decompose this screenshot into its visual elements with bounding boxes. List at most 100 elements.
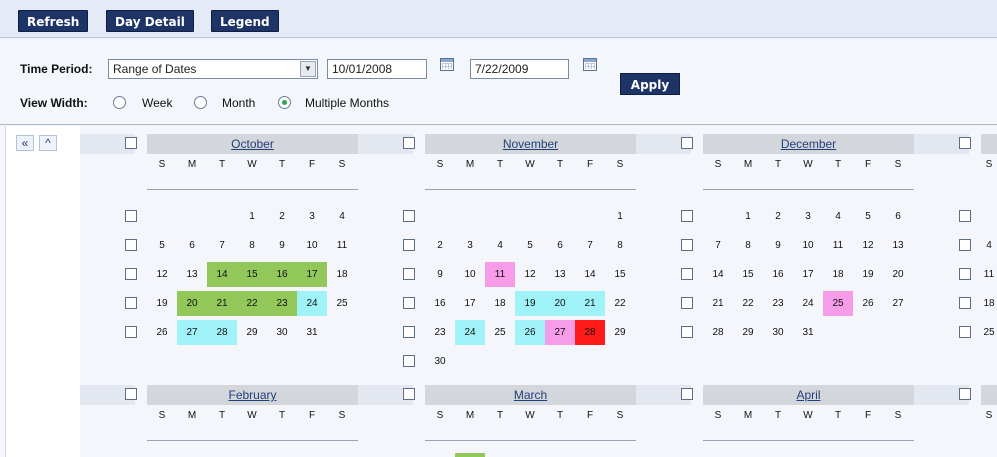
calendar-icon[interactable]: [440, 58, 454, 71]
month-checkbox[interactable]: [403, 388, 415, 400]
legend-button[interactable]: Legend: [211, 10, 279, 32]
day-cell[interactable]: 22: [605, 291, 635, 316]
day-cell[interactable]: 24: [793, 291, 823, 316]
month-name-link[interactable]: November: [503, 137, 558, 151]
day-cell[interactable]: 24: [297, 291, 327, 316]
day-cell[interactable]: 18: [327, 262, 357, 287]
day-cell[interactable]: 20: [545, 291, 575, 316]
day-cell[interactable]: 25: [485, 320, 515, 345]
day-cell[interactable]: 1: [237, 204, 267, 229]
day-cell[interactable]: 18: [485, 291, 515, 316]
day-cell[interactable]: 28: [703, 320, 733, 345]
start-date-input[interactable]: 10/01/2008: [327, 59, 427, 79]
day-cell[interactable]: 17: [455, 291, 485, 316]
day-cell[interactable]: 29: [605, 320, 635, 345]
day-cell[interactable]: 23: [425, 320, 455, 345]
day-cell[interactable]: 6: [883, 204, 913, 229]
week-checkbox[interactable]: [959, 210, 971, 222]
day-cell[interactable]: 15: [605, 262, 635, 287]
day-cell[interactable]: 1: [733, 204, 763, 229]
week-checkbox[interactable]: [681, 210, 693, 222]
week-checkbox[interactable]: [681, 297, 693, 309]
day-cell[interactable]: 30: [267, 320, 297, 345]
day-cell[interactable]: 19: [853, 262, 883, 287]
day-cell[interactable]: 26: [515, 320, 545, 345]
day-cell[interactable]: 31: [793, 320, 823, 345]
month-name-link[interactable]: March: [514, 388, 547, 402]
day-cell[interactable]: 4: [485, 233, 515, 258]
day-cell[interactable]: 2: [763, 204, 793, 229]
week-checkbox[interactable]: [403, 268, 415, 280]
day-cell[interactable]: 15: [733, 262, 763, 287]
week-checkbox[interactable]: [959, 297, 971, 309]
month-checkbox[interactable]: [125, 388, 137, 400]
day-cell[interactable]: 12: [853, 233, 883, 258]
week-checkbox[interactable]: [681, 239, 693, 251]
refresh-button[interactable]: Refresh: [18, 10, 89, 32]
day-cell[interactable]: 5: [147, 233, 177, 258]
day-cell[interactable]: 21: [207, 291, 237, 316]
week-checkbox[interactable]: [959, 239, 971, 251]
day-cell[interactable]: 30: [425, 349, 455, 374]
month-name-link[interactable]: December: [781, 137, 836, 151]
week-checkbox[interactable]: [125, 326, 137, 338]
day-cell[interactable]: 12: [147, 262, 177, 287]
day-cell[interactable]: 9: [763, 233, 793, 258]
day-cell[interactable]: 18: [823, 262, 853, 287]
day-cell[interactable]: 27: [883, 291, 913, 316]
day-cell[interactable]: 15: [237, 262, 267, 287]
day-cell[interactable]: 22: [237, 291, 267, 316]
day-cell[interactable]: 7: [703, 233, 733, 258]
day-cell[interactable]: 8: [733, 233, 763, 258]
day-cell[interactable]: 7: [575, 233, 605, 258]
month-checkbox[interactable]: [959, 388, 971, 400]
day-cell[interactable]: 18: [981, 291, 997, 316]
day-cell[interactable]: 5: [853, 204, 883, 229]
day-cell[interactable]: 3: [455, 233, 485, 258]
day-cell[interactable]: 14: [703, 262, 733, 287]
day-cell[interactable]: 19: [515, 291, 545, 316]
day-cell[interactable]: 25: [823, 291, 853, 316]
month-checkbox[interactable]: [681, 137, 693, 149]
week-checkbox[interactable]: [681, 326, 693, 338]
chevron-down-icon[interactable]: ▼: [300, 61, 316, 77]
day-cell[interactable]: 23: [763, 291, 793, 316]
day-cell[interactable]: 28: [207, 320, 237, 345]
week-checkbox[interactable]: [403, 210, 415, 222]
day-cell[interactable]: 30: [763, 320, 793, 345]
day-cell[interactable]: 14: [575, 262, 605, 287]
day-cell[interactable]: 31: [297, 320, 327, 345]
day-cell[interactable]: 14: [207, 262, 237, 287]
collapse-icon[interactable]: ^: [39, 135, 57, 151]
week-checkbox[interactable]: [125, 239, 137, 251]
day-detail-button[interactable]: Day Detail: [106, 10, 194, 32]
day-cell[interactable]: 13: [545, 262, 575, 287]
day-cell[interactable]: 10: [455, 262, 485, 287]
day-cell[interactable]: 16: [267, 262, 297, 287]
day-cell[interactable]: 27: [177, 320, 207, 345]
day-cell[interactable]: 4: [823, 204, 853, 229]
week-checkbox[interactable]: [125, 210, 137, 222]
day-cell[interactable]: 17: [793, 262, 823, 287]
day-cell[interactable]: 17: [297, 262, 327, 287]
month-name-link[interactable]: February: [228, 388, 276, 402]
day-cell[interactable]: 13: [177, 262, 207, 287]
day-cell[interactable]: 26: [147, 320, 177, 345]
day-cell[interactable]: 9: [267, 233, 297, 258]
day-cell[interactable]: 12: [515, 262, 545, 287]
collapse-all-icon[interactable]: «: [16, 135, 34, 151]
day-cell[interactable]: 20: [177, 291, 207, 316]
week-checkbox[interactable]: [403, 326, 415, 338]
week-checkbox[interactable]: [403, 297, 415, 309]
day-cell[interactable]: 9: [425, 262, 455, 287]
radio-week[interactable]: [113, 96, 126, 109]
day-cell[interactable]: 11: [327, 233, 357, 258]
day-cell[interactable]: 11: [981, 262, 997, 287]
day-cell[interactable]: 28: [575, 320, 605, 345]
week-checkbox[interactable]: [681, 268, 693, 280]
day-cell[interactable]: 13: [883, 233, 913, 258]
day-cell[interactable]: 10: [297, 233, 327, 258]
day-cell[interactable]: 11: [823, 233, 853, 258]
week-checkbox[interactable]: [959, 326, 971, 338]
day-cell[interactable]: 16: [425, 291, 455, 316]
